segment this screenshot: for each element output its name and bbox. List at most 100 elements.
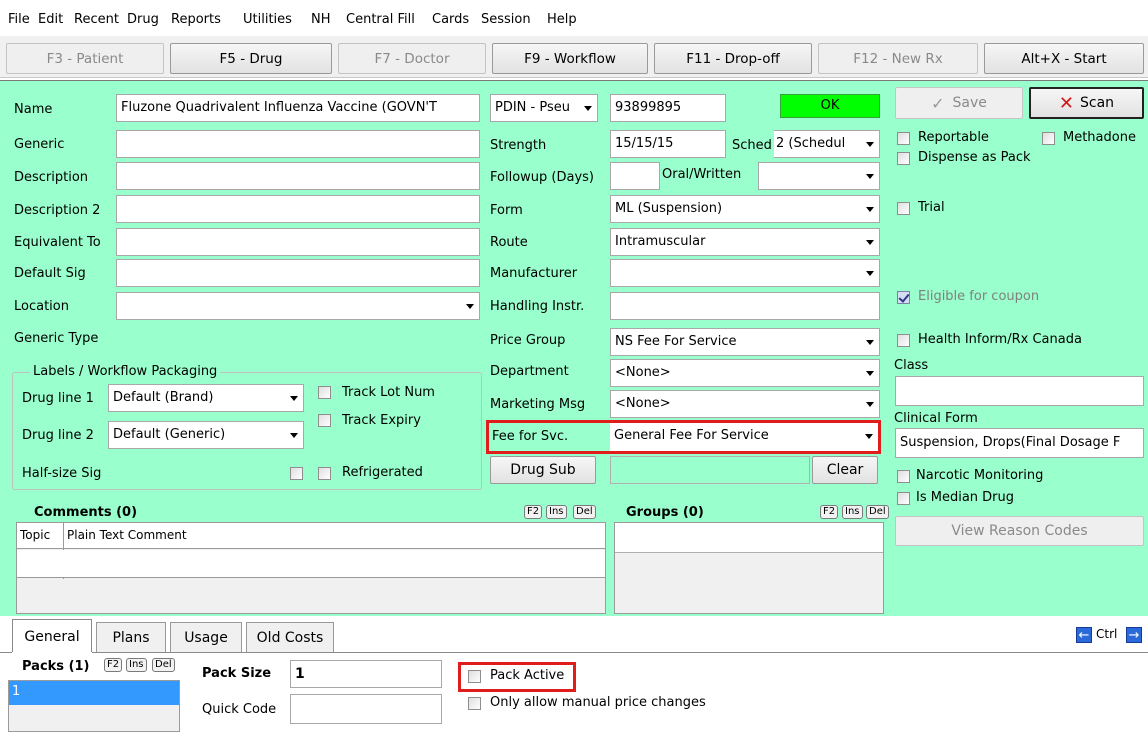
f11-dropoff-button[interactable]: F11 - Drop-off xyxy=(654,43,812,74)
menu-edit[interactable]: Edit xyxy=(38,12,63,27)
track-lot-checkbox[interactable] xyxy=(318,386,331,399)
equivalent-to-field[interactable] xyxy=(116,228,480,256)
tab-usage[interactable]: Usage xyxy=(170,622,242,652)
drug-line1-value: Default (Brand) xyxy=(113,390,214,405)
clinical-form-field[interactable]: Suspension, Drops(Final Dosage F xyxy=(895,428,1144,458)
location-select[interactable] xyxy=(116,292,480,320)
drug-line1-select[interactable]: Default (Brand) xyxy=(108,384,304,412)
menu-reports[interactable]: Reports xyxy=(171,12,221,27)
tab-old-costs[interactable]: Old Costs xyxy=(246,622,334,652)
track-lot-label: Track Lot Num xyxy=(342,385,435,400)
pack-active-checkbox[interactable] xyxy=(468,670,481,683)
dispense-pack-checkbox[interactable] xyxy=(897,152,910,165)
oral-written-select[interactable] xyxy=(758,162,880,190)
menu-recent[interactable]: Recent xyxy=(74,12,119,27)
only-manual-label: Only allow manual price changes xyxy=(490,695,706,710)
alt-x-start-button[interactable]: Alt+X - Start xyxy=(984,43,1144,74)
menu-file[interactable]: File xyxy=(8,12,30,27)
view-reason-codes-button[interactable]: View Reason Codes xyxy=(895,516,1144,546)
packs-del-button[interactable]: Del xyxy=(152,658,175,672)
fee-for-svc-label: Fee for Svc. xyxy=(492,429,569,444)
arrow-right-icon[interactable]: → xyxy=(1126,627,1142,643)
chevron-down-icon xyxy=(865,434,873,439)
handling-field[interactable] xyxy=(610,292,880,320)
median-checkbox[interactable] xyxy=(897,492,910,505)
marketing-select[interactable]: <None> xyxy=(610,390,880,418)
comments-ins-button[interactable]: Ins xyxy=(546,505,567,519)
pack-list-item[interactable]: 1 xyxy=(9,681,179,705)
refrigerated-label: Refrigerated xyxy=(342,465,423,480)
followup-field[interactable] xyxy=(610,162,660,190)
strength-field[interactable]: 15/15/15 xyxy=(610,130,726,158)
quick-code-field[interactable] xyxy=(290,694,442,724)
packaging-group-title: Labels / Workflow Packaging xyxy=(30,364,221,379)
drug-sub-button[interactable]: Drug Sub xyxy=(490,456,596,484)
dispense-pack-label: Dispense as Pack xyxy=(918,150,1031,165)
menu-nh[interactable]: NH xyxy=(311,12,331,27)
packs-f2-button[interactable]: F2 xyxy=(104,658,123,672)
sched-select[interactable]: 2 (Schedul xyxy=(774,130,880,158)
arrow-left-icon[interactable]: ← xyxy=(1076,627,1092,643)
marketing-label: Marketing Msg xyxy=(490,397,586,412)
menu-utilities[interactable]: Utilities xyxy=(243,12,292,27)
pdin-type-select[interactable]: PDIN - Pseu xyxy=(490,94,598,122)
comments-f2-button[interactable]: F2 xyxy=(524,505,543,519)
menu-help[interactable]: Help xyxy=(547,12,577,27)
half-size-sig-checkbox[interactable] xyxy=(290,467,303,480)
route-select[interactable]: Intramuscular xyxy=(610,228,880,256)
groups-del-button[interactable]: Del xyxy=(866,505,889,519)
comments-title: Comments (0) xyxy=(34,505,138,520)
drug-line2-label: Drug line 2 xyxy=(22,428,94,443)
f12-new-rx-button[interactable]: F12 - New Rx xyxy=(818,43,978,74)
fee-for-svc-select[interactable]: General Fee For Service xyxy=(610,423,878,451)
groups-f2-button[interactable]: F2 xyxy=(820,505,839,519)
refrigerated-checkbox[interactable] xyxy=(318,467,331,480)
methadone-checkbox[interactable] xyxy=(1042,132,1055,145)
description2-field[interactable] xyxy=(116,195,480,223)
strength-label: Strength xyxy=(490,138,547,153)
only-manual-checkbox[interactable] xyxy=(468,697,481,710)
trial-checkbox[interactable] xyxy=(897,202,910,215)
narcotic-checkbox[interactable] xyxy=(897,470,910,483)
default-sig-field[interactable] xyxy=(116,259,480,287)
eligible-coupon-checkbox[interactable] xyxy=(897,291,910,304)
track-expiry-checkbox[interactable] xyxy=(318,414,331,427)
comments-col-text: Plain Text Comment xyxy=(67,528,187,542)
oral-written-label: Oral/Written xyxy=(662,167,742,182)
groups-ins-button[interactable]: Ins xyxy=(842,505,863,519)
route-value: Intramuscular xyxy=(615,234,706,249)
tab-plans[interactable]: Plans xyxy=(96,622,166,652)
f9-workflow-button[interactable]: F9 - Workflow xyxy=(492,43,648,74)
save-button[interactable]: ✓ Save xyxy=(895,87,1023,119)
menu-drug[interactable]: Drug xyxy=(127,12,159,27)
f3-patient-button[interactable]: F3 - Patient xyxy=(6,43,164,74)
menu-session[interactable]: Session xyxy=(481,12,531,27)
tab-general[interactable]: General xyxy=(12,619,92,653)
median-label: Is Median Drug xyxy=(916,490,1015,505)
packs-title: Packs (1) xyxy=(22,659,90,674)
drug-line2-select[interactable]: Default (Generic) xyxy=(108,421,304,449)
half-size-sig-label: Half-size Sig xyxy=(22,466,102,481)
department-select[interactable]: <None> xyxy=(610,359,880,387)
form-select[interactable]: ML (Suspension) xyxy=(610,195,880,223)
description-field[interactable] xyxy=(116,162,480,190)
f5-drug-button[interactable]: F5 - Drug xyxy=(170,43,332,74)
pack-size-field[interactable]: 1 xyxy=(290,660,442,688)
generic-field[interactable] xyxy=(116,130,480,158)
class-field[interactable] xyxy=(895,376,1144,406)
clear-button[interactable]: Clear xyxy=(812,456,878,484)
groups-empty-row xyxy=(615,523,883,553)
pdin-number-field[interactable]: 93899895 xyxy=(610,94,726,122)
packs-ins-button[interactable]: Ins xyxy=(126,658,147,672)
f7-doctor-button[interactable]: F7 - Doctor xyxy=(338,43,486,74)
health-inform-checkbox[interactable] xyxy=(897,334,910,347)
manufacturer-select[interactable] xyxy=(610,259,880,287)
sched-value: 2 (Schedul xyxy=(776,136,846,151)
menu-cards[interactable]: Cards xyxy=(432,12,469,27)
price-group-select[interactable]: NS Fee For Service xyxy=(610,328,880,356)
scan-button[interactable]: ✕ Scan xyxy=(1029,87,1144,119)
name-field[interactable]: Fluzone Quadrivalent Influenza Vaccine (… xyxy=(116,94,480,122)
comments-del-button[interactable]: Del xyxy=(573,505,596,519)
reportable-checkbox[interactable] xyxy=(897,132,910,145)
menu-central-fill[interactable]: Central Fill xyxy=(346,12,415,27)
